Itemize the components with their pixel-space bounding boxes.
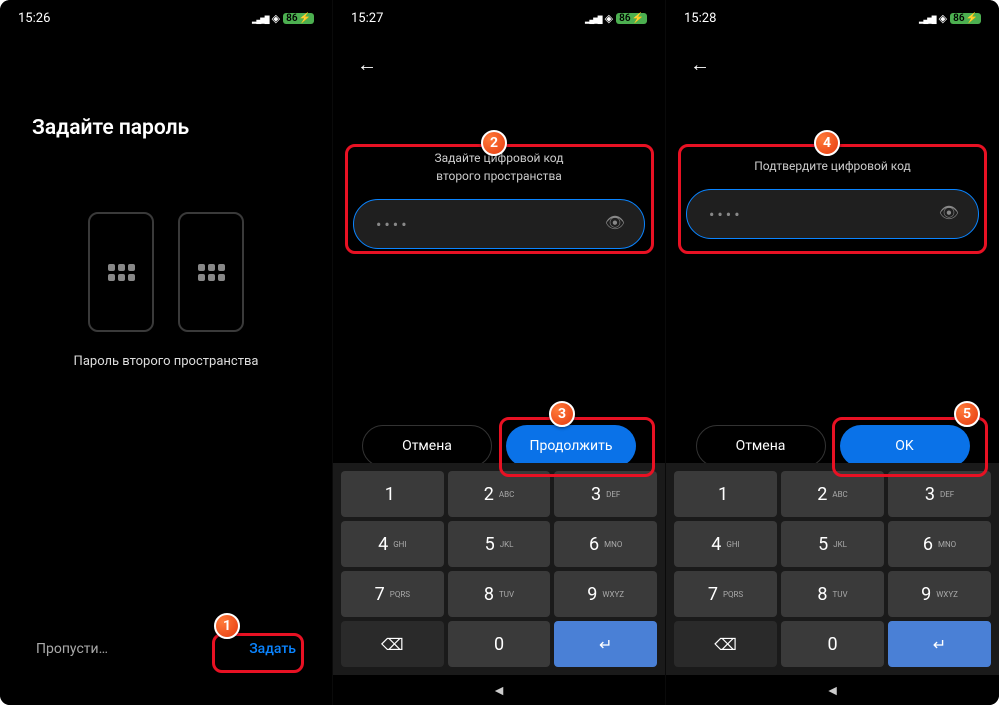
key-9[interactable]: 9WXYZ [554, 571, 657, 617]
keypad: 12ABC3DEF 4GHI5JKL6MNO 7PQRS8TUV9WXYZ ⌫0↵ [666, 463, 999, 675]
key-4[interactable]: 4GHI [341, 521, 444, 567]
key-enter[interactable]: ↵ [888, 621, 991, 667]
key-5[interactable]: 5JKL [781, 521, 884, 567]
clock: 15:27 [351, 11, 383, 26]
pin-input[interactable]: •••• [686, 189, 979, 239]
key-0[interactable]: 0 [781, 621, 884, 667]
battery-icon: 86⚡ [283, 13, 314, 24]
phone-illustration [0, 212, 332, 332]
eye-icon[interactable]: 👁 [939, 203, 959, 222]
back-button[interactable]: ← [333, 36, 665, 93]
key-backspace[interactable]: ⌫ [341, 621, 444, 667]
pin-input[interactable]: •••• [353, 199, 645, 249]
status-bar: 15:28 ◈86⚡ [666, 0, 999, 36]
key-7[interactable]: 7PQRS [341, 571, 444, 617]
eye-icon[interactable]: 👁 [605, 213, 625, 232]
key-enter[interactable]: ↵ [554, 621, 657, 667]
clock: 15:28 [684, 11, 716, 26]
screen-3: 15:28 ◈86⚡ ← Подтвердите цифровой код ••… [666, 0, 999, 705]
page-title: Задайте пароль [0, 36, 332, 140]
status-icons: ◈ 86⚡ [252, 12, 314, 25]
back-button[interactable]: ← [666, 36, 999, 93]
marker-2: 2 [481, 130, 507, 156]
key-8[interactable]: 8TUV [781, 571, 884, 617]
key-6[interactable]: 6MNO [888, 521, 991, 567]
key-3[interactable]: 3DEF [888, 471, 991, 517]
status-bar: 15:26 ◈ 86⚡ [0, 0, 332, 36]
keypad: 12ABC3DEF 4GHI5JKL6MNO 7PQRS8TUV9WXYZ ⌫0↵ [333, 463, 665, 675]
cancel-button[interactable]: Отмена [362, 425, 492, 467]
wifi-icon: ◈ [272, 12, 280, 25]
skip-button[interactable]: Пропусти… [36, 641, 108, 657]
key-2[interactable]: 2ABC [781, 471, 884, 517]
screen-2: 15:27 ◈86⚡ ← Задайте цифровой кодвторого… [333, 0, 666, 705]
marker-5: 5 [954, 401, 980, 427]
nav-back-icon[interactable]: ◄ [333, 682, 665, 699]
prompt-text: Подтвердите цифровой код [666, 157, 999, 175]
key-6[interactable]: 6MNO [554, 521, 657, 567]
screen-1: 15:26 ◈ 86⚡ Задайте пароль Пароль второг… [0, 0, 333, 705]
status-bar: 15:27 ◈86⚡ [333, 0, 665, 36]
key-5[interactable]: 5JKL [448, 521, 551, 567]
signal-icon [252, 12, 269, 25]
key-9[interactable]: 9WXYZ [888, 571, 991, 617]
key-0[interactable]: 0 [448, 621, 551, 667]
caption: Пароль второго пространства [0, 354, 332, 369]
key-7[interactable]: 7PQRS [674, 571, 777, 617]
continue-button[interactable]: Продолжить [506, 425, 636, 467]
key-4[interactable]: 4GHI [674, 521, 777, 567]
marker-3: 3 [549, 401, 575, 427]
clock: 15:26 [18, 11, 50, 26]
key-3[interactable]: 3DEF [554, 471, 657, 517]
marker-1: 1 [214, 613, 240, 639]
set-button[interactable]: Задать [249, 641, 296, 657]
nav-back-icon[interactable]: ◄ [666, 682, 999, 699]
key-8[interactable]: 8TUV [448, 571, 551, 617]
key-2[interactable]: 2ABC [448, 471, 551, 517]
cancel-button[interactable]: Отмена [696, 425, 826, 467]
key-backspace[interactable]: ⌫ [674, 621, 777, 667]
marker-4: 4 [814, 130, 840, 156]
ok-button[interactable]: OK [840, 425, 970, 467]
key-1[interactable]: 1 [674, 471, 777, 517]
key-1[interactable]: 1 [341, 471, 444, 517]
